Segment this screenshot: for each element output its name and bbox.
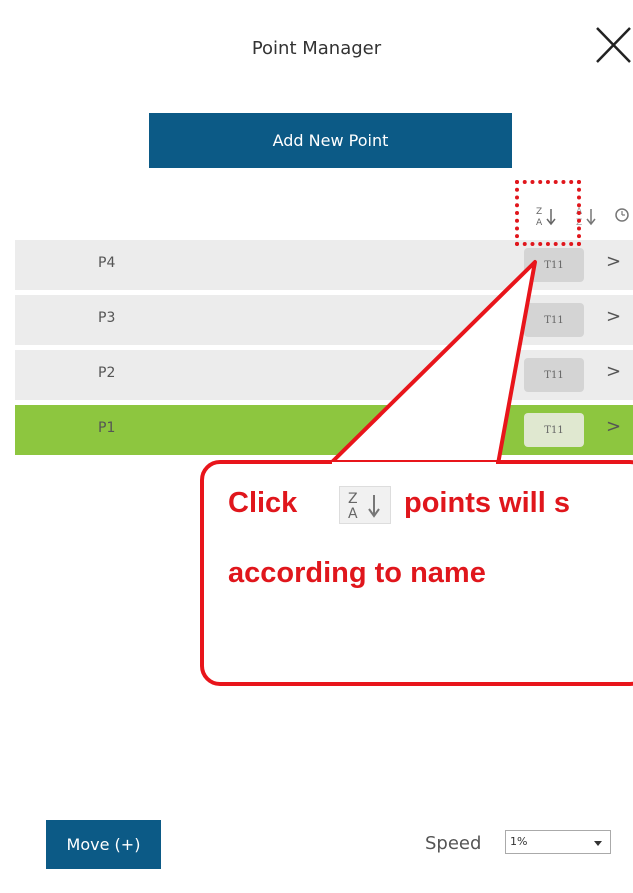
- callout-pointer: [328, 260, 537, 466]
- move-button[interactable]: Move (+): [46, 820, 161, 869]
- sort-name-desc-icon: Z A: [339, 486, 391, 524]
- svg-text:A: A: [348, 506, 358, 522]
- speed-value: 1%: [510, 835, 528, 848]
- svg-text:Z: Z: [348, 491, 358, 507]
- highlight-box: [515, 180, 581, 246]
- callout-text-line2: according to name: [228, 557, 486, 589]
- speed-label: Speed: [425, 833, 482, 854]
- chevron-down-icon: [594, 841, 602, 846]
- callout-gap: [332, 462, 496, 468]
- callout-text-suffix: points will s: [404, 487, 570, 519]
- callout-text-prefix: Click: [228, 487, 298, 519]
- speed-select[interactable]: 1%: [505, 830, 611, 854]
